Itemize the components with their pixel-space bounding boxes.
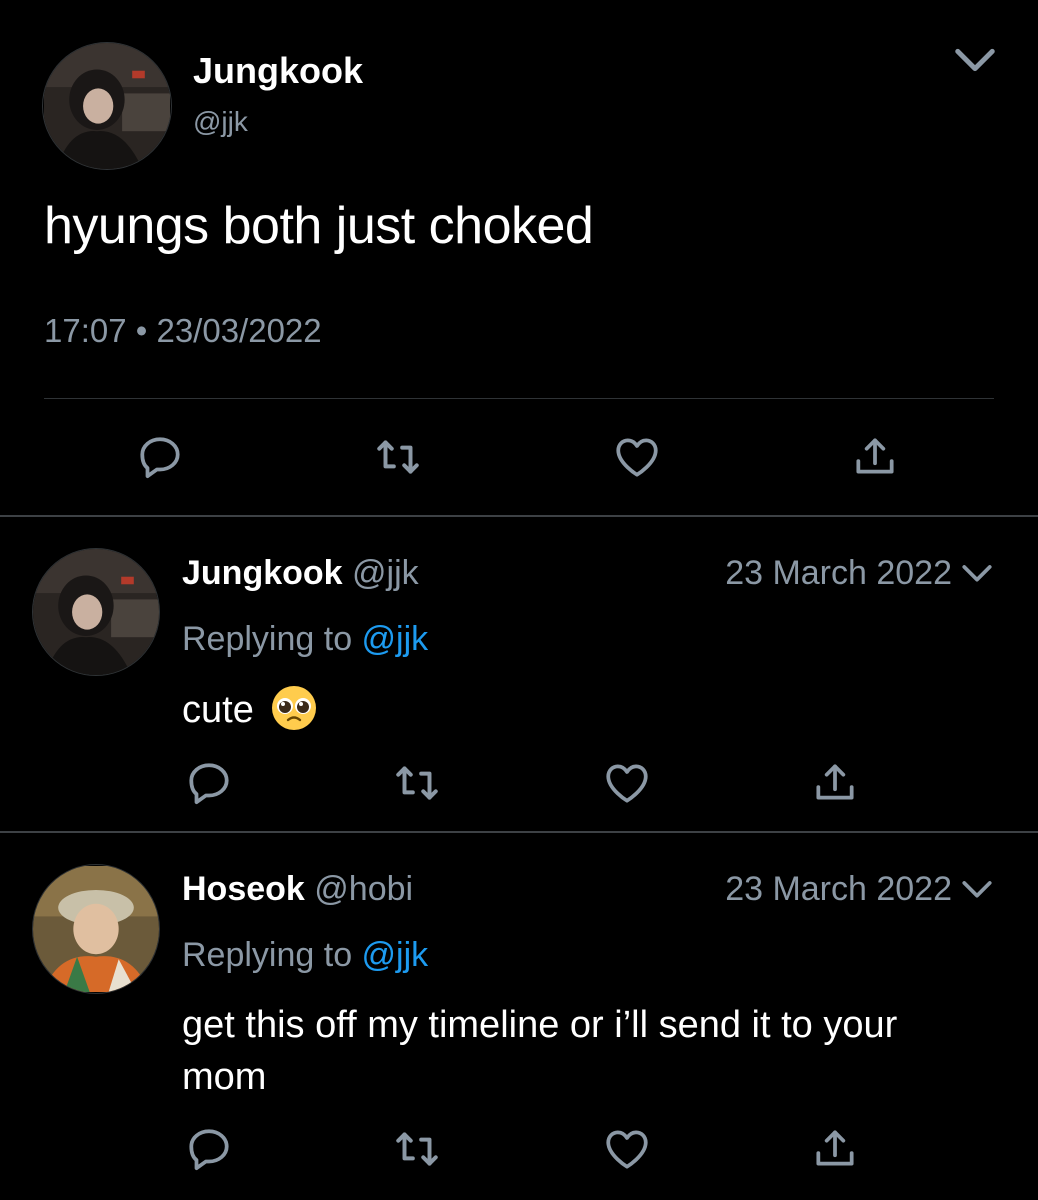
author-name: Hoseok xyxy=(182,870,305,908)
like-button[interactable] xyxy=(602,1124,652,1174)
author-handle: @jjk xyxy=(352,554,419,592)
reply-text-content: cute xyxy=(182,689,254,731)
retweet-icon xyxy=(373,432,423,482)
avatar[interactable] xyxy=(42,42,172,170)
chevron-down-icon xyxy=(960,878,994,902)
share-button[interactable] xyxy=(810,758,860,808)
author-handle[interactable]: @jjk xyxy=(193,106,248,138)
reply-author[interactable]: Jungkook @jjk xyxy=(182,554,419,593)
retweet-icon xyxy=(392,1124,442,1174)
profile-photo xyxy=(33,865,159,993)
reply-menu-button[interactable] xyxy=(960,878,994,902)
like-button[interactable] xyxy=(602,758,652,808)
reply-button[interactable] xyxy=(184,1124,234,1174)
mention-link[interactable]: @jjk xyxy=(362,620,429,658)
reply-menu-button[interactable] xyxy=(960,562,994,586)
reply-icon xyxy=(184,758,234,808)
author-handle: @hobi xyxy=(314,870,414,908)
reply-date[interactable]: 23 March 2022 xyxy=(725,554,952,593)
like-icon xyxy=(602,758,652,808)
replying-to-label: Replying to xyxy=(182,620,362,658)
reply-text: get this off my timeline or i’ll send it… xyxy=(182,1004,898,1098)
retweet-button[interactable] xyxy=(392,1124,442,1174)
avatar[interactable] xyxy=(32,864,160,994)
share-icon xyxy=(810,1124,860,1174)
share-icon xyxy=(850,432,900,482)
mention-link[interactable]: @jjk xyxy=(362,936,429,974)
reply-text: cute xyxy=(182,684,318,736)
replying-to: Replying to @jjk xyxy=(182,620,428,659)
reply-icon xyxy=(184,1124,234,1174)
avatar[interactable] xyxy=(32,548,160,676)
share-icon xyxy=(810,758,860,808)
like-icon xyxy=(612,432,662,482)
divider xyxy=(0,831,1038,833)
tweet-timestamp[interactable]: 17:07 • 23/03/2022 xyxy=(44,312,322,350)
divider xyxy=(0,515,1038,517)
profile-photo xyxy=(33,549,159,675)
author-name[interactable]: Jungkook xyxy=(193,50,363,92)
like-icon xyxy=(602,1124,652,1174)
replying-to-label: Replying to xyxy=(182,936,362,974)
reply-button[interactable] xyxy=(184,758,234,808)
reply-icon xyxy=(135,432,185,482)
author-name: Jungkook xyxy=(182,554,343,592)
retweet-icon xyxy=(392,758,442,808)
reply-date[interactable]: 23 March 2022 xyxy=(725,870,952,909)
retweet-button[interactable] xyxy=(392,758,442,808)
chevron-down-icon xyxy=(960,562,994,586)
share-button[interactable] xyxy=(850,432,900,482)
replying-to: Replying to @jjk xyxy=(182,936,428,975)
reply-button[interactable] xyxy=(135,432,185,482)
retweet-button[interactable] xyxy=(373,432,423,482)
divider xyxy=(44,398,994,399)
tweet-text: hyungs both just choked xyxy=(44,197,594,255)
chevron-down-icon xyxy=(952,45,998,77)
share-button[interactable] xyxy=(810,1124,860,1174)
tweet-menu-button[interactable] xyxy=(952,45,998,77)
profile-photo xyxy=(43,43,171,169)
pleading-face-emoji xyxy=(270,684,318,732)
like-button[interactable] xyxy=(612,432,662,482)
reply-author[interactable]: Hoseok @hobi xyxy=(182,870,413,909)
